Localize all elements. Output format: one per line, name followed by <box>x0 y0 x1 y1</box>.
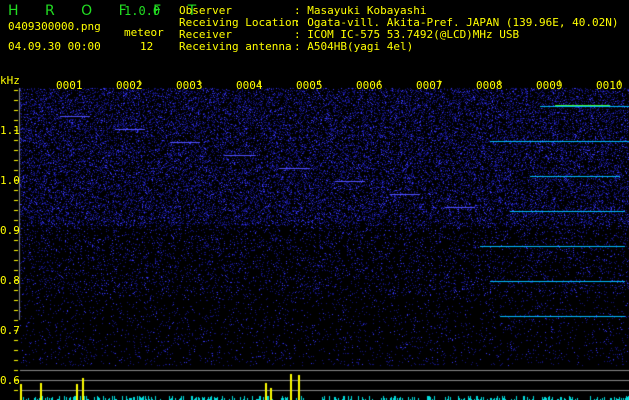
app-logo: H R O F F T <box>8 3 208 19</box>
minute-label: 0001 <box>56 79 83 92</box>
y-tick-label: 0.8 <box>0 274 20 287</box>
info-value: : A504HB(yagi 4el) <box>294 40 414 53</box>
minute-label: 0006 <box>356 79 383 92</box>
minute-label: 0009 <box>536 79 563 92</box>
minute-label: 0008 <box>476 79 503 92</box>
minute-label: 0004 <box>236 79 263 92</box>
y-tick-label: 0.7 <box>0 324 20 337</box>
spectrogram <box>0 76 629 400</box>
y-unit-label: kHz <box>0 74 20 87</box>
meteor-count: 12 <box>140 40 154 53</box>
minute-label: 0002 <box>116 79 143 92</box>
meteor-label: meteor <box>124 26 164 39</box>
y-tick-label: 0.6 <box>0 374 20 387</box>
minute-label: 0005 <box>296 79 323 92</box>
file-datetime: 04.09.30 00:00 <box>8 40 101 53</box>
minute-label: 0003 <box>176 79 203 92</box>
y-tick-label: 1.0 <box>0 174 20 187</box>
y-tick-label: 0.9 <box>0 224 20 237</box>
minute-label: 0010 <box>596 79 623 92</box>
app-version: 1.0.0 <box>124 4 161 18</box>
minute-label: 0007 <box>416 79 443 92</box>
file-name: 0409300000.png <box>8 20 101 33</box>
y-tick-label: 1.1 <box>0 124 20 137</box>
info-label: Receiving antenna <box>179 40 292 53</box>
